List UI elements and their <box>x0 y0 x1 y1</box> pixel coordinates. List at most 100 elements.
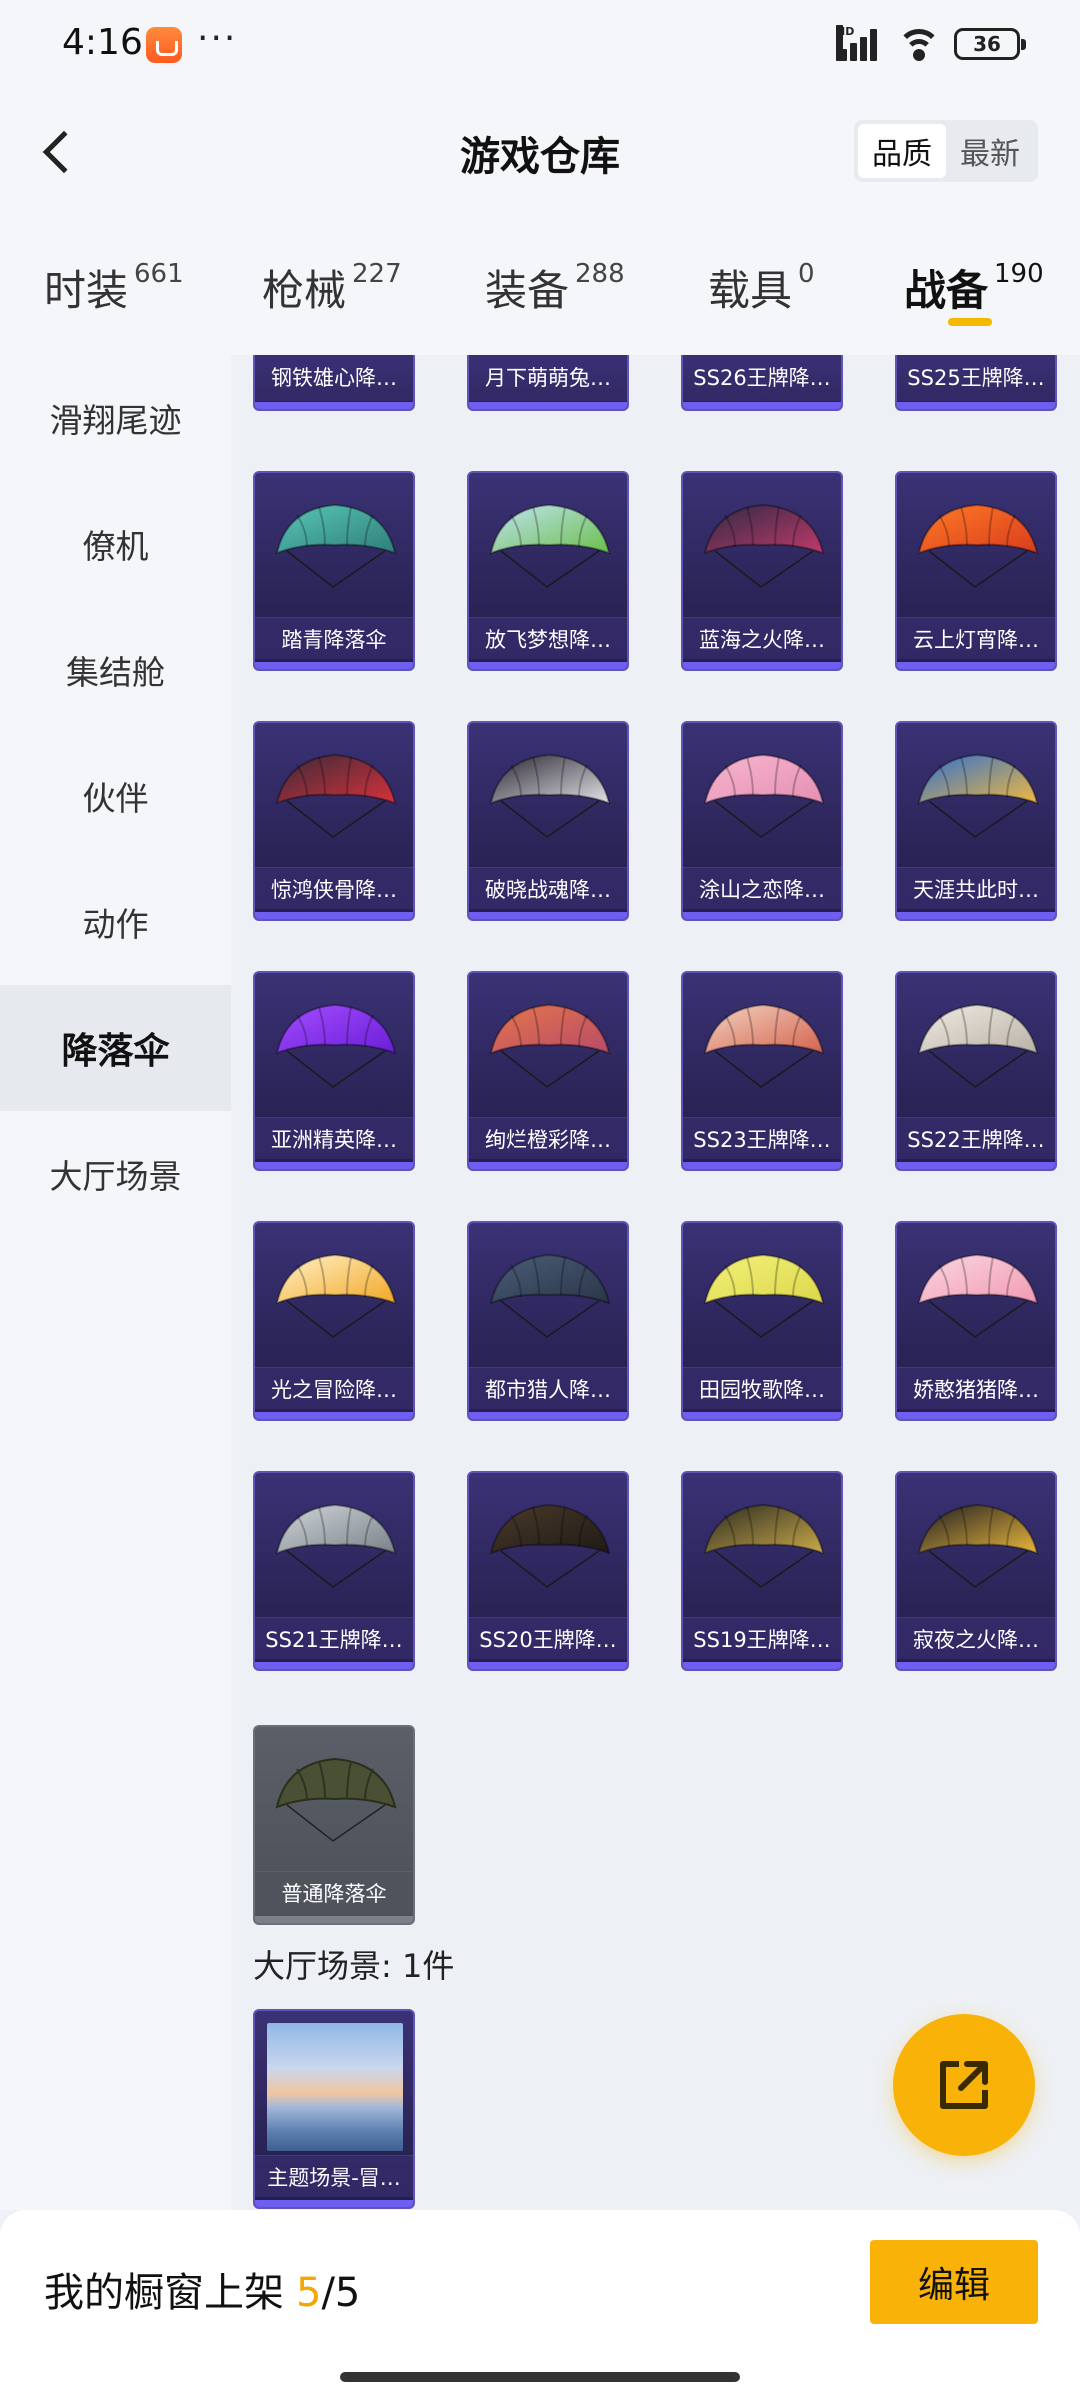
item-name: 破晓战魂降… <box>469 867 627 909</box>
item-card[interactable]: SS20王牌降… <box>467 1471 629 1671</box>
showcase-count: 5 <box>296 2270 322 2316</box>
item-name: 天涯共此时… <box>897 867 1055 909</box>
card-accent-bar <box>897 402 1055 409</box>
parachute-icon <box>267 1491 403 1601</box>
tab-battle-gear[interactable]: 战备 190 <box>904 257 1044 318</box>
showcase-total: /5 <box>321 2270 361 2316</box>
card-accent-bar <box>683 402 841 409</box>
card-accent-bar <box>683 1162 841 1169</box>
item-card[interactable]: 天涯共此时… <box>895 721 1057 921</box>
share-button[interactable] <box>893 2014 1035 2156</box>
card-accent-bar <box>255 1412 413 1419</box>
item-card[interactable]: 光之冒险降… <box>253 1221 415 1421</box>
share-icon <box>940 2061 988 2109</box>
card-accent-bar <box>255 1916 413 1923</box>
card-accent-bar <box>469 1662 627 1669</box>
tab-count: 0 <box>798 259 815 289</box>
item-card[interactable]: 田园牧歌降… <box>681 1221 843 1421</box>
parachute-icon <box>481 491 617 601</box>
item-card[interactable]: 都市猎人降… <box>467 1221 629 1421</box>
sidebar-item-parachute[interactable]: 降落伞 <box>0 985 231 1111</box>
item-card[interactable]: 月下萌萌兔… <box>467 355 629 411</box>
item-card[interactable]: 破晓战魂降… <box>467 721 629 921</box>
card-accent-bar <box>469 1162 627 1169</box>
bottom-bar: 我的橱窗上架 5 /5 编辑 <box>0 2210 1080 2400</box>
item-card[interactable]: 钢铁雄心降… <box>253 355 415 411</box>
edit-button[interactable]: 编辑 <box>870 2240 1038 2324</box>
parachute-icon <box>695 1491 831 1601</box>
item-name: 涂山之恋降… <box>683 867 841 909</box>
item-card[interactable]: SS21王牌降… <box>253 1471 415 1671</box>
scene-item-card[interactable]: 主题场景-冒… <box>253 2009 415 2209</box>
sidebar-item-glide-trail[interactable]: 滑翔尾迹 <box>0 355 231 481</box>
parachute-icon <box>481 1491 617 1601</box>
wifi-icon <box>896 27 942 61</box>
card-accent-bar <box>255 2200 413 2207</box>
item-card[interactable]: 踏青降落伞 <box>253 471 415 671</box>
app-notification-icon <box>146 27 182 63</box>
item-name: SS19王牌降… <box>683 1617 841 1659</box>
item-name: 娇憨猪猪降… <box>897 1367 1055 1409</box>
sort-by-newest-button[interactable]: 最新 <box>946 124 1034 178</box>
item-card[interactable]: SS26王牌降… <box>681 355 843 411</box>
card-accent-bar <box>255 662 413 669</box>
tab-count: 190 <box>994 259 1044 289</box>
card-accent-bar <box>683 1662 841 1669</box>
item-name: 光之冒险降… <box>255 1367 413 1409</box>
parachute-icon <box>481 1241 617 1351</box>
tab-fashion[interactable]: 时装 661 <box>44 257 184 318</box>
parachute-icon <box>267 1241 403 1351</box>
item-card[interactable]: 惊鸿侠骨降… <box>253 721 415 921</box>
item-name: 放飞梦想降… <box>469 617 627 659</box>
item-card[interactable]: SS22王牌降… <box>895 971 1057 1171</box>
parachute-icon <box>909 741 1045 851</box>
item-card[interactable]: SS19王牌降… <box>681 1471 843 1671</box>
item-name: SS25王牌降… <box>897 355 1055 401</box>
item-card[interactable]: SS25王牌降… <box>895 355 1057 411</box>
item-card[interactable]: 放飞梦想降… <box>467 471 629 671</box>
home-indicator[interactable] <box>340 2372 740 2382</box>
item-name: 都市猎人降… <box>469 1367 627 1409</box>
card-accent-bar <box>683 912 841 919</box>
tab-vehicles[interactable]: 载具 0 <box>708 257 815 318</box>
status-time: 4:16 <box>62 22 143 63</box>
card-accent-bar <box>897 1162 1055 1169</box>
item-card[interactable]: 绚烂橙彩降… <box>467 971 629 1171</box>
tab-label: 载具 <box>708 266 793 315</box>
sidebar-item-lobby-scene[interactable]: 大厅场景 <box>0 1111 231 1237</box>
item-name: SS23王牌降… <box>683 1117 841 1159</box>
item-name: SS21王牌降… <box>255 1617 413 1659</box>
sidebar-item-emote[interactable]: 动作 <box>0 859 231 985</box>
item-card[interactable]: 寂夜之火降… <box>895 1471 1057 1671</box>
category-tabs: 时装 661 枪械 227 装备 288 载具 0 战备 190 <box>0 215 1080 355</box>
parachute-icon <box>695 741 831 851</box>
parachute-icon <box>695 491 831 601</box>
item-name: 绚烂橙彩降… <box>469 1117 627 1159</box>
showcase-status: 我的橱窗上架 5 /5 <box>44 2260 360 2318</box>
item-card[interactable]: 蓝海之火降… <box>681 471 843 671</box>
sort-by-quality-button[interactable]: 品质 <box>858 124 946 178</box>
item-name: SS26王牌降… <box>683 355 841 401</box>
item-card[interactable]: 涂山之恋降… <box>681 721 843 921</box>
parachute-icon <box>695 991 831 1101</box>
item-grid: 钢铁雄心降… 月下萌萌兔… SS26王牌降… SS25王牌降… 踏青降落伞 放飞梦… <box>231 355 1080 2210</box>
sidebar-item-assembly-pod[interactable]: 集结舱 <box>0 607 231 733</box>
parachute-icon <box>481 991 617 1101</box>
parachute-icon <box>909 1241 1045 1351</box>
status-icons: HD 36 <box>836 25 1026 62</box>
sort-toggle: 品质 最新 <box>854 120 1038 182</box>
item-card[interactable]: 云上灯宵降… <box>895 471 1057 671</box>
item-card[interactable]: 普通降落伞 <box>253 1725 415 1925</box>
tab-label: 时装 <box>44 266 129 315</box>
item-card[interactable]: SS23王牌降… <box>681 971 843 1171</box>
item-card[interactable]: 娇憨猪猪降… <box>895 1221 1057 1421</box>
battery-icon: 36 <box>954 28 1026 60</box>
card-accent-bar <box>255 1162 413 1169</box>
item-card[interactable]: 亚洲精英降… <box>253 971 415 1171</box>
parachute-icon <box>909 1491 1045 1601</box>
item-name: 主题场景-冒… <box>255 2155 413 2197</box>
tab-weapons[interactable]: 枪械 227 <box>262 257 402 318</box>
sidebar-item-partner[interactable]: 伙伴 <box>0 733 231 859</box>
sidebar-item-wingman[interactable]: 僚机 <box>0 481 231 607</box>
tab-equipment[interactable]: 装备 288 <box>485 257 625 318</box>
